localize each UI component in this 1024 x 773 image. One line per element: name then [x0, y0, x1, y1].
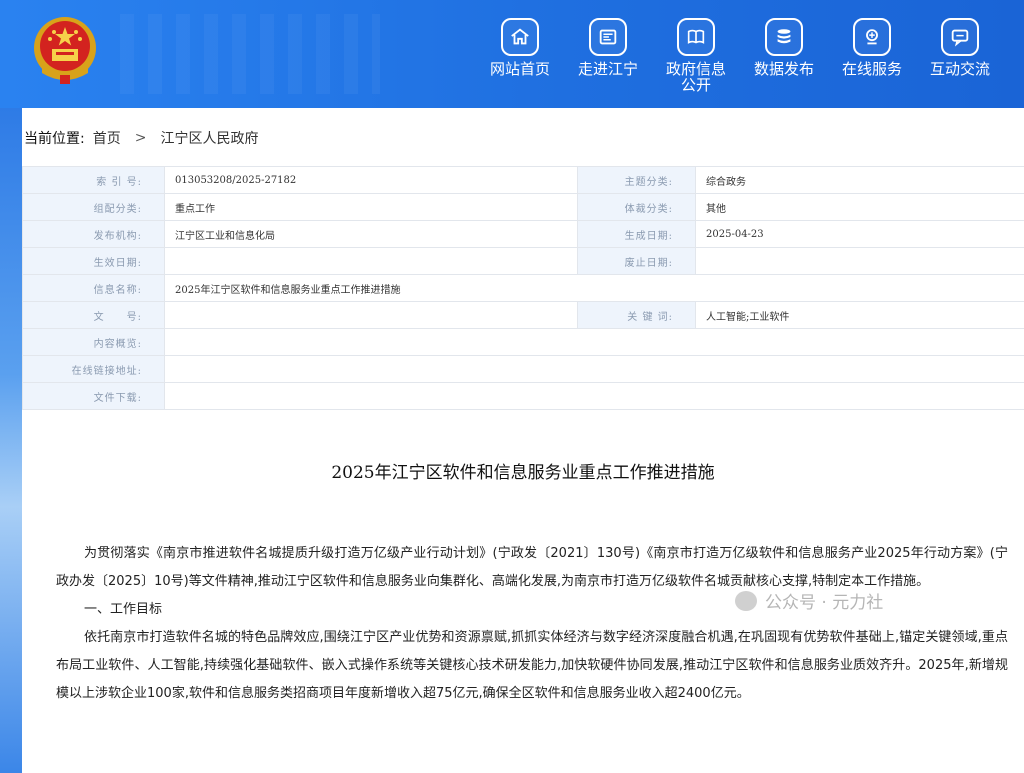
breadcrumb: 当前位置: 首页 > 江宁区人民政府 — [24, 128, 258, 148]
header-decoration — [120, 14, 380, 94]
breadcrumb-district-link[interactable]: 江宁区人民政府 — [160, 128, 258, 148]
wechat-icon — [735, 590, 757, 611]
meta-value-doc-no — [164, 301, 578, 329]
meta-key: 主题分类: — [577, 166, 696, 194]
table-row: 文 号: 关 键 词: 人工智能;工业软件 — [22, 301, 1024, 329]
article-title: 2025年江宁区软件和信息服务业重点工作推进措施 — [331, 463, 715, 483]
side-decoration — [0, 108, 22, 773]
meta-value-keywords: 人工智能;工业软件 — [695, 301, 1024, 329]
meta-key: 废止日期: — [577, 247, 696, 275]
meta-value-index-no: 013053208/2025-27182 — [164, 166, 578, 194]
main-nav: 网站首页 走进江宁 政府信息 公开 数据发布 在线服务 互动交流 — [476, 18, 1004, 100]
content-panel: 当前位置: 首页 > 江宁区人民政府 索 引 号: 013053208/2025… — [22, 108, 1024, 773]
meta-value-genre: 其他 — [695, 193, 1024, 221]
service-icon — [853, 18, 891, 56]
meta-value-summary — [164, 328, 1024, 356]
meta-key: 在线链接地址: — [22, 355, 165, 383]
watermark: 公众号 · 元力社 — [735, 588, 883, 613]
nav-interaction[interactable]: 互动交流 — [916, 18, 1004, 100]
meta-value-effective — [164, 247, 578, 275]
breadcrumb-home-link[interactable]: 首页 — [93, 128, 121, 148]
meta-value-publisher: 江宁区工业和信息化局 — [164, 220, 578, 248]
meta-key: 生成日期: — [577, 220, 696, 248]
info-card-icon — [589, 18, 627, 56]
meta-key: 体裁分类: — [577, 193, 696, 221]
site-header: 网站首页 走进江宁 政府信息 公开 数据发布 在线服务 互动交流 — [0, 0, 1024, 108]
table-row: 组配分类: 重点工作 体裁分类: 其他 — [22, 193, 1024, 221]
nav-interaction-label: 互动交流 — [929, 60, 990, 78]
table-row: 生效日期: 废止日期: — [22, 247, 1024, 275]
meta-value-created: 2025-04-23 — [695, 220, 1024, 248]
meta-value-name: 2025年江宁区软件和信息服务业重点工作推进措施 — [164, 274, 1024, 302]
breadcrumb-separator: > — [134, 130, 147, 146]
nav-home-label: 网站首页 — [489, 60, 550, 78]
meta-key: 文件下载: — [22, 382, 165, 410]
nav-about[interactable]: 走进江宁 — [564, 18, 652, 100]
meta-key: 生效日期: — [22, 247, 165, 275]
meta-value-link[interactable] — [164, 355, 1024, 383]
meta-value-download[interactable] — [164, 382, 1024, 410]
table-row: 索 引 号: 013053208/2025-27182 主题分类: 综合政务 — [22, 166, 1024, 194]
article-paragraph: 依托南京市打造软件名城的特色品牌效应,围绕江宁区产业优势和资源禀赋,抓抓实体经济… — [56, 630, 1008, 701]
meta-value-group: 重点工作 — [164, 193, 578, 221]
national-emblem-icon[interactable] — [32, 15, 98, 85]
home-icon — [501, 18, 539, 56]
document-meta-table: 索 引 号: 013053208/2025-27182 主题分类: 综合政务 组… — [22, 166, 1024, 410]
book-icon — [677, 18, 715, 56]
meta-value-expire — [695, 247, 1024, 275]
nav-online-service[interactable]: 在线服务 — [828, 18, 916, 100]
table-row: 发布机构: 江宁区工业和信息化局 生成日期: 2025-04-23 — [22, 220, 1024, 248]
watermark-text: 公众号 · 元力社 — [765, 593, 884, 613]
database-icon — [765, 18, 803, 56]
nav-gov-info[interactable]: 政府信息 公开 — [652, 18, 740, 100]
nav-about-label: 走进江宁 — [577, 60, 638, 78]
meta-key: 信息名称: — [22, 274, 165, 302]
meta-key: 索 引 号: — [22, 166, 165, 194]
table-row: 文件下载: — [22, 382, 1024, 410]
meta-key: 组配分类: — [22, 193, 165, 221]
meta-key: 内容概览: — [22, 328, 165, 356]
nav-data-label: 数据发布 — [753, 60, 814, 78]
breadcrumb-label: 当前位置: — [24, 131, 85, 147]
article-body: 为贯彻落实《南京市推进软件名城提质升级打造万亿级产业行动计划》(宁政发〔2021… — [56, 540, 1008, 708]
nav-home[interactable]: 网站首页 — [476, 18, 564, 100]
meta-key: 文 号: — [22, 301, 165, 329]
nav-gov-info-label: 政府信息 公开 — [665, 60, 726, 94]
table-row: 信息名称: 2025年江宁区软件和信息服务业重点工作推进措施 — [22, 274, 1024, 302]
nav-data[interactable]: 数据发布 — [740, 18, 828, 100]
meta-value-topic: 综合政务 — [695, 166, 1024, 194]
meta-key: 发布机构: — [22, 220, 165, 248]
chat-icon — [941, 18, 979, 56]
table-row: 内容概览: — [22, 328, 1024, 356]
nav-online-service-label: 在线服务 — [841, 60, 902, 78]
meta-key: 关 键 词: — [577, 301, 696, 329]
table-row: 在线链接地址: — [22, 355, 1024, 383]
